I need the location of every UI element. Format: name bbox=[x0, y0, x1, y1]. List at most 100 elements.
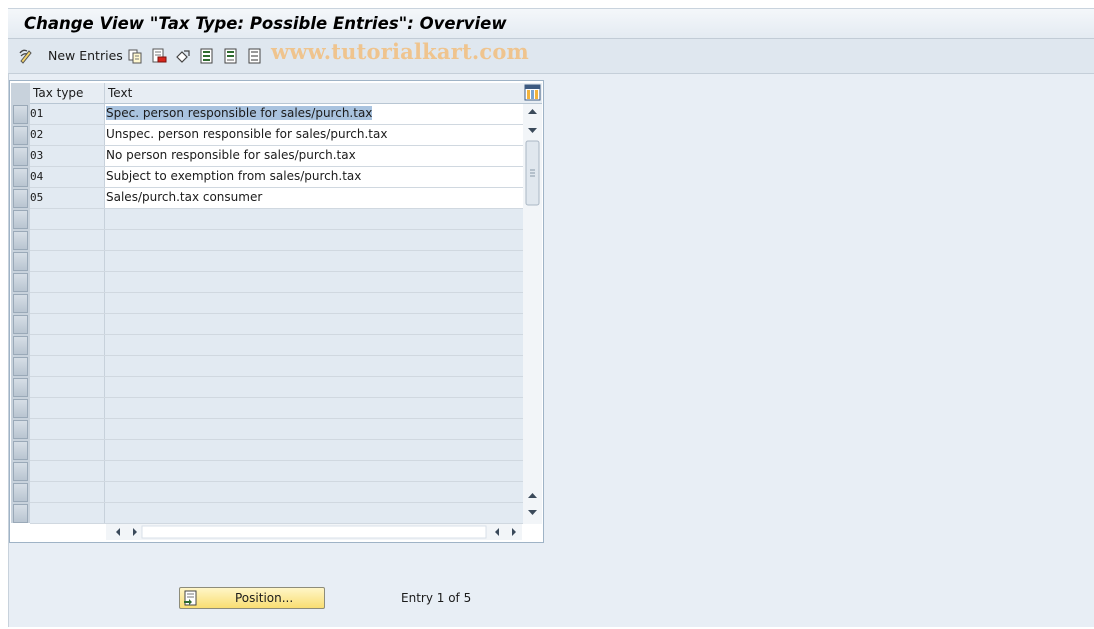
table-row[interactable] bbox=[30, 356, 523, 377]
row-selector[interactable] bbox=[13, 126, 28, 145]
tax-type-cell[interactable] bbox=[30, 272, 105, 292]
table-row[interactable] bbox=[30, 314, 523, 335]
text-cell[interactable]: Sales/purch.tax consumer bbox=[105, 188, 523, 208]
row-selector[interactable] bbox=[13, 231, 28, 250]
tax-type-cell[interactable] bbox=[30, 356, 105, 376]
title-bar: Change View "Tax Type: Possible Entries"… bbox=[8, 8, 1094, 39]
tax-type-cell[interactable] bbox=[30, 419, 105, 439]
table-row[interactable] bbox=[30, 335, 523, 356]
text-cell[interactable] bbox=[105, 398, 523, 418]
tax-type-cell[interactable]: 03 bbox=[30, 146, 105, 166]
text-cell[interactable] bbox=[105, 209, 523, 229]
copy-icon[interactable] bbox=[126, 47, 144, 65]
row-selector[interactable] bbox=[13, 357, 28, 376]
delete-icon[interactable] bbox=[150, 47, 168, 65]
row-selector[interactable] bbox=[13, 483, 28, 502]
new-entries-button[interactable]: New Entries bbox=[48, 48, 123, 63]
row-selector[interactable] bbox=[13, 420, 28, 439]
text-cell[interactable] bbox=[105, 314, 523, 334]
tax-type-cell[interactable] bbox=[30, 293, 105, 313]
table-row[interactable] bbox=[30, 419, 523, 440]
table-row[interactable] bbox=[30, 209, 523, 230]
table-row[interactable] bbox=[30, 293, 523, 314]
column-header-label: Text bbox=[108, 86, 133, 100]
tax-type-cell[interactable] bbox=[30, 251, 105, 271]
select-all-icon[interactable] bbox=[198, 47, 216, 65]
table-row[interactable] bbox=[30, 230, 523, 251]
column-header-tax-type[interactable]: Tax type bbox=[30, 83, 105, 104]
text-cell[interactable] bbox=[105, 230, 523, 250]
column-header-text[interactable]: Text bbox=[105, 83, 523, 104]
row-selector[interactable] bbox=[13, 399, 28, 418]
text-cell[interactable]: Subject to exemption from sales/purch.ta… bbox=[105, 167, 523, 187]
text-cell[interactable] bbox=[105, 482, 523, 502]
table-row[interactable]: 02 Unspec. person responsible for sales/… bbox=[30, 125, 523, 146]
row-selector[interactable] bbox=[13, 273, 28, 292]
tax-type-cell[interactable] bbox=[30, 314, 105, 334]
tax-type-cell[interactable]: 04 bbox=[30, 167, 105, 187]
row-selector[interactable] bbox=[13, 336, 28, 355]
tax-type-cell[interactable] bbox=[30, 503, 105, 523]
text-cell[interactable]: Spec. person responsible for sales/purch… bbox=[105, 104, 523, 124]
text-cell[interactable] bbox=[105, 440, 523, 460]
table-row[interactable] bbox=[30, 251, 523, 272]
tax-type-cell[interactable] bbox=[30, 398, 105, 418]
display-change-icon[interactable] bbox=[18, 47, 36, 65]
vertical-scrollbar[interactable] bbox=[523, 104, 542, 524]
text-cell[interactable]: No person responsible for sales/purch.ta… bbox=[105, 146, 523, 166]
row-selector-column bbox=[11, 83, 30, 523]
table-row[interactable] bbox=[30, 272, 523, 293]
text-cell[interactable] bbox=[105, 503, 523, 523]
text-cell[interactable] bbox=[105, 377, 523, 397]
text-cell[interactable] bbox=[105, 335, 523, 355]
row-selector[interactable] bbox=[13, 504, 28, 523]
text-cell[interactable] bbox=[105, 356, 523, 376]
row-selector[interactable] bbox=[13, 378, 28, 397]
row-selector[interactable] bbox=[13, 441, 28, 460]
tax-type-cell[interactable] bbox=[30, 230, 105, 250]
row-selector[interactable] bbox=[13, 252, 28, 271]
tax-type-cell[interactable]: 01 bbox=[30, 104, 105, 124]
watermark: www.tutorialkart.com bbox=[271, 39, 529, 64]
table-row[interactable] bbox=[30, 461, 523, 482]
tax-type-cell[interactable] bbox=[30, 482, 105, 502]
page-title: Change View "Tax Type: Possible Entries"… bbox=[24, 14, 507, 33]
row-selector[interactable] bbox=[13, 189, 28, 208]
row-selector[interactable] bbox=[13, 168, 28, 187]
undo-icon[interactable] bbox=[174, 47, 192, 65]
table-row[interactable] bbox=[30, 377, 523, 398]
tax-type-cell[interactable]: 02 bbox=[30, 125, 105, 145]
tax-type-cell[interactable] bbox=[30, 461, 105, 481]
table-row[interactable] bbox=[30, 482, 523, 503]
tax-type-cell[interactable] bbox=[30, 377, 105, 397]
tax-type-cell[interactable]: 05 bbox=[30, 188, 105, 208]
text-cell[interactable] bbox=[105, 293, 523, 313]
table-row[interactable]: 05 Sales/purch.tax consumer bbox=[30, 188, 523, 209]
text-cell[interactable] bbox=[105, 251, 523, 271]
row-selector[interactable] bbox=[13, 105, 28, 124]
deselect-all-icon[interactable] bbox=[246, 47, 264, 65]
row-selector[interactable] bbox=[13, 210, 28, 229]
table-row[interactable]: 04 Subject to exemption from sales/purch… bbox=[30, 167, 523, 188]
table-settings-icon[interactable] bbox=[524, 84, 541, 101]
row-selector[interactable] bbox=[13, 315, 28, 334]
tax-type-cell[interactable] bbox=[30, 335, 105, 355]
text-cell[interactable]: Unspec. person responsible for sales/pur… bbox=[105, 125, 523, 145]
horizontal-scrollbar[interactable] bbox=[106, 524, 522, 540]
select-block-icon[interactable] bbox=[222, 47, 240, 65]
position-icon bbox=[184, 590, 197, 606]
row-selector[interactable] bbox=[13, 147, 28, 166]
row-selector[interactable] bbox=[13, 294, 28, 313]
position-button[interactable]: Position... bbox=[179, 587, 325, 609]
table-row[interactable] bbox=[30, 503, 523, 524]
table-row[interactable]: 03 No person responsible for sales/purch… bbox=[30, 146, 523, 167]
table-row[interactable] bbox=[30, 440, 523, 461]
table-row[interactable]: 01 Spec. person responsible for sales/pu… bbox=[30, 104, 523, 125]
tax-type-cell[interactable] bbox=[30, 209, 105, 229]
text-cell[interactable] bbox=[105, 272, 523, 292]
text-cell[interactable] bbox=[105, 461, 523, 481]
tax-type-cell[interactable] bbox=[30, 440, 105, 460]
text-cell[interactable] bbox=[105, 419, 523, 439]
table-row[interactable] bbox=[30, 398, 523, 419]
row-selector[interactable] bbox=[13, 462, 28, 481]
